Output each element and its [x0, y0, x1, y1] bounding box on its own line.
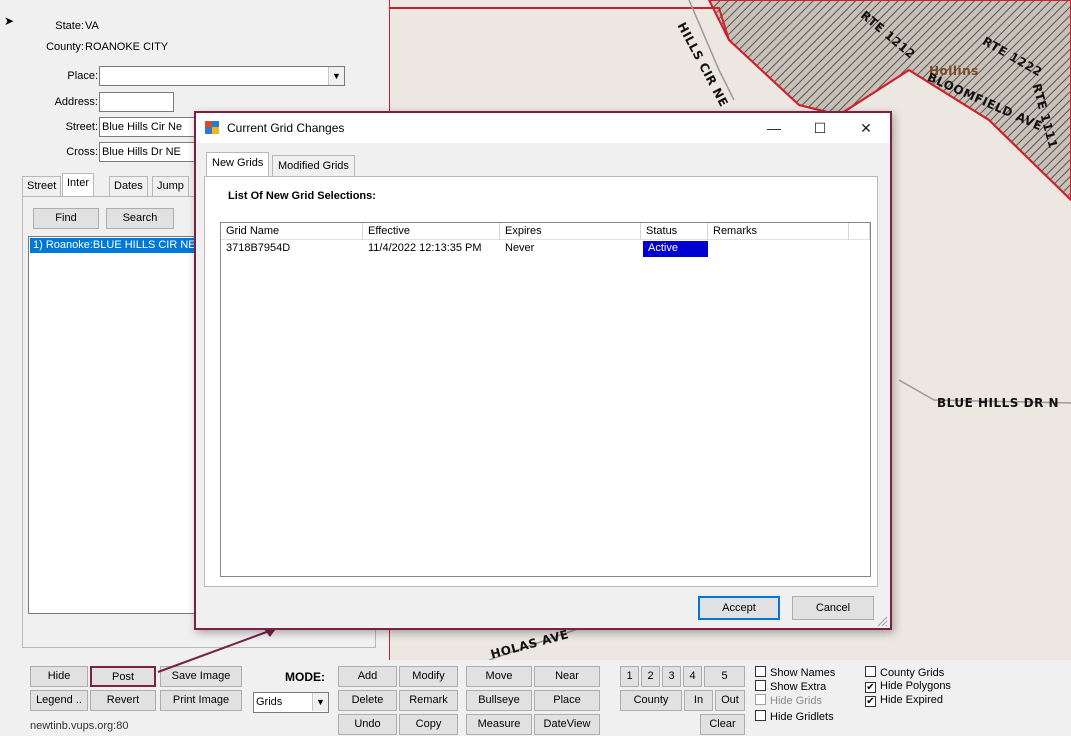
column-header-status[interactable]: Status — [641, 223, 708, 240]
undo-button[interactable]: Undo — [338, 714, 397, 735]
list-heading: List Of New Grid Selections: — [228, 190, 376, 202]
checkbox-box[interactable] — [755, 710, 766, 721]
modify-button[interactable]: Modify — [399, 666, 458, 687]
checkmark-icon[interactable]: ✔ — [865, 696, 876, 707]
hide-gridlets-checkbox[interactable]: Hide Gridlets — [755, 710, 834, 723]
resize-grip-icon[interactable] — [876, 615, 888, 627]
maximize-icon[interactable]: ☐ — [800, 117, 840, 139]
table-cell-expires[interactable]: Never — [500, 241, 641, 257]
zoom-in-button[interactable]: In — [684, 690, 713, 711]
column-header-expires[interactable]: Expires — [500, 223, 641, 240]
county-grids-checkbox[interactable]: County Grids — [865, 666, 944, 679]
checkbox-box[interactable] — [755, 666, 766, 677]
zoom-level-1[interactable]: 1 — [620, 666, 639, 687]
mode-label: MODE: — [285, 670, 325, 684]
cursor-icon: ➤ — [4, 14, 15, 28]
revert-button[interactable]: Revert — [90, 690, 156, 711]
find-button[interactable]: Find — [33, 208, 99, 229]
county-label: County: — [46, 41, 84, 53]
new-grids-page: List Of New Grid Selections: Grid Name E… — [204, 176, 878, 587]
hide-grids-checkbox: Hide Grids — [755, 694, 822, 707]
street-label: Street: — [65, 121, 98, 133]
mode-select[interactable]: Grids ▼ — [253, 692, 329, 713]
current-grid-changes-dialog: Current Grid Changes — ☐ ✕ New Grids Mod… — [194, 111, 892, 630]
hide-polygons-label: Hide Polygons — [880, 680, 951, 692]
move-button[interactable]: Move — [466, 666, 532, 687]
place-label: Place: — [67, 70, 98, 82]
show-extra-label: Show Extra — [770, 681, 827, 693]
place-combo[interactable]: ▼ — [99, 66, 345, 86]
cross-input[interactable]: Blue Hills Dr NE — [99, 142, 195, 162]
app-icon — [205, 121, 219, 134]
hide-button[interactable]: Hide — [30, 666, 88, 687]
table-cell-effective[interactable]: 11/4/2022 12:13:35 PM — [363, 241, 500, 257]
cancel-button[interactable]: Cancel — [792, 596, 874, 620]
measure-button[interactable]: Measure — [466, 714, 532, 735]
column-header-effective[interactable]: Effective — [363, 223, 500, 240]
minimize-icon[interactable]: — — [754, 117, 794, 139]
close-icon[interactable]: ✕ — [846, 117, 886, 139]
hide-grids-label: Hide Grids — [770, 695, 822, 707]
delete-button[interactable]: Delete — [338, 690, 397, 711]
checkbox-box[interactable] — [755, 680, 766, 691]
copy-button[interactable]: Copy — [399, 714, 458, 735]
tab-new-grids[interactable]: New Grids — [206, 152, 270, 177]
new-grids-table[interactable]: Grid Name Effective Expires Status Remar… — [220, 222, 871, 577]
address-label: Address: — [54, 96, 98, 108]
print-image-button[interactable]: Print Image — [160, 690, 242, 711]
show-names-label: Show Names — [770, 667, 836, 679]
hide-polygons-checkbox[interactable]: ✔ Hide Polygons — [865, 680, 951, 693]
mode-select-value: Grids — [256, 696, 283, 708]
clear-button[interactable]: Clear — [700, 714, 745, 735]
address-input[interactable] — [99, 92, 174, 112]
zoom-out-button[interactable]: Out — [715, 690, 745, 711]
place-button[interactable]: Place — [534, 690, 600, 711]
show-names-checkbox[interactable]: Show Names — [755, 666, 835, 679]
tab-modified-grids[interactable]: Modified Grids — [272, 155, 355, 177]
bullseye-button[interactable]: Bullseye — [466, 690, 532, 711]
zoom-level-2[interactable]: 2 — [641, 666, 660, 687]
tab-dates[interactable]: Dates — [109, 176, 148, 196]
add-button[interactable]: Add — [338, 666, 397, 687]
hide-expired-checkbox[interactable]: ✔ Hide Expired — [865, 694, 943, 707]
column-header-remarks[interactable]: Remarks — [708, 223, 849, 240]
county-button[interactable]: County — [620, 690, 682, 711]
server-address: newtinb.vups.org:80 — [30, 720, 129, 732]
checkbox-box — [755, 694, 766, 705]
search-button[interactable]: Search — [106, 208, 174, 229]
chevron-down-icon[interactable]: ▼ — [312, 693, 328, 711]
remark-button[interactable]: Remark — [399, 690, 458, 711]
dialog-title: Current Grid Changes — [227, 121, 345, 135]
post-button[interactable]: Post — [90, 666, 156, 687]
hide-gridlets-label: Hide Gridlets — [770, 711, 834, 723]
chevron-down-icon[interactable]: ▼ — [328, 67, 344, 85]
dialog-titlebar[interactable]: Current Grid Changes — ☐ ✕ — [196, 113, 890, 143]
dateview-button[interactable]: DateView — [534, 714, 600, 735]
state-value: VA — [85, 20, 99, 32]
zoom-level-4[interactable]: 4 — [683, 666, 702, 687]
cross-label: Cross: — [66, 146, 98, 158]
tab-street[interactable]: Street — [22, 176, 62, 196]
zoom-level-3[interactable]: 3 — [662, 666, 681, 687]
table-cell-grid-name[interactable]: 3718B7954D — [221, 241, 363, 257]
tab-jump[interactable]: Jump — [152, 176, 189, 196]
street-input[interactable]: Blue Hills Cir Ne — [99, 117, 195, 137]
legend-button[interactable]: Legend .. — [30, 690, 88, 711]
status-badge[interactable]: Active — [643, 241, 708, 257]
map-label-blue-hills-dr: BLUE HILLS DR N — [937, 396, 1060, 410]
tab-inter[interactable]: Inter — [62, 173, 95, 196]
county-grids-label: County Grids — [880, 667, 945, 679]
near-button[interactable]: Near — [534, 666, 600, 687]
column-header-grid-name[interactable]: Grid Name — [221, 223, 363, 240]
show-extra-checkbox[interactable]: Show Extra — [755, 680, 826, 693]
table-cell-remarks[interactable] — [708, 241, 849, 257]
zoom-level-5[interactable]: 5 — [704, 666, 745, 687]
hide-expired-label: Hide Expired — [880, 694, 943, 706]
county-value: ROANOKE CITY — [85, 41, 169, 53]
checkmark-icon[interactable]: ✔ — [865, 682, 876, 693]
column-header-filler — [849, 223, 870, 240]
accept-button[interactable]: Accept — [698, 596, 780, 620]
checkbox-box[interactable] — [865, 666, 876, 677]
state-label: State: — [55, 20, 84, 32]
